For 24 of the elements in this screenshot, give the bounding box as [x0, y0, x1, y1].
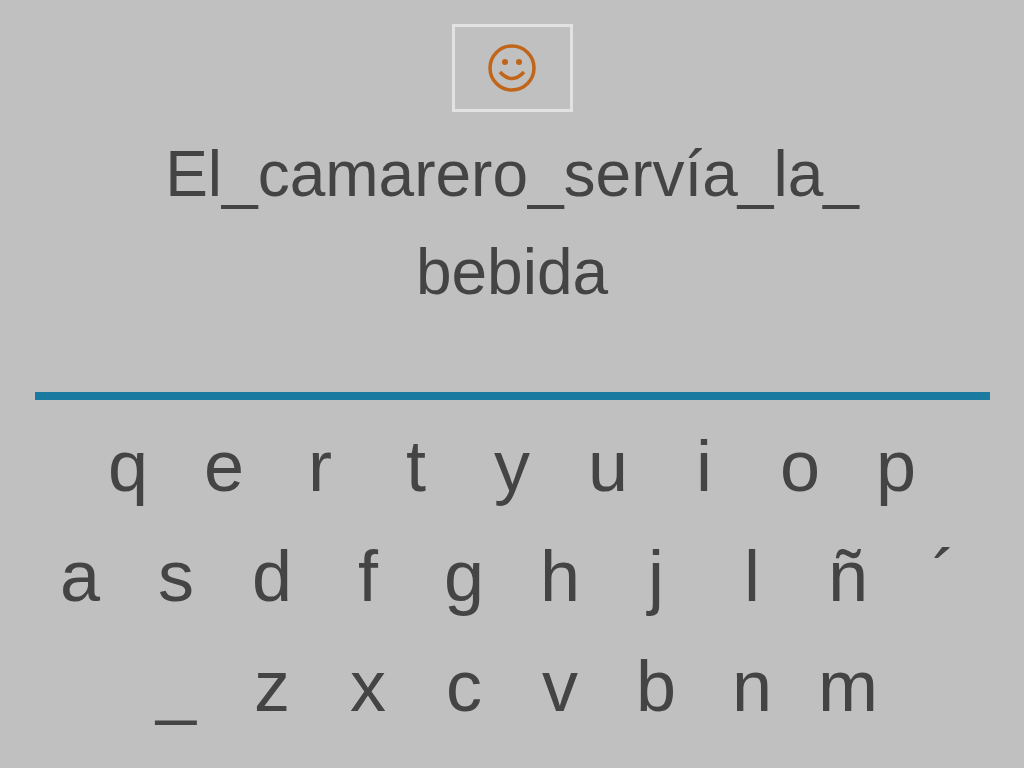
letter-key[interactable]: h: [512, 540, 608, 612]
letter-key[interactable]: f: [320, 540, 416, 612]
smiley-icon: [487, 43, 537, 93]
letter-key[interactable]: a: [32, 540, 128, 612]
letter-key[interactable]: v: [512, 650, 608, 722]
letter-key[interactable]: s: [128, 540, 224, 612]
letter-key[interactable]: n: [704, 650, 800, 722]
letter-key[interactable]: ñ: [800, 540, 896, 612]
letter-key[interactable]: u: [560, 430, 656, 502]
sentence-text: bebida: [415, 240, 609, 304]
letter-key[interactable]: d: [224, 540, 320, 612]
letter-key[interactable]: r: [272, 430, 368, 502]
letter-key[interactable]: o: [752, 430, 848, 502]
letter-key[interactable]: m: [800, 650, 896, 722]
letter-key[interactable]: c: [416, 650, 512, 722]
letter-key[interactable]: ´: [896, 540, 992, 612]
letter-key[interactable]: x: [320, 650, 416, 722]
emoji-button[interactable]: [451, 24, 573, 112]
letter-key[interactable]: l: [704, 540, 800, 612]
letter-key[interactable]: z: [224, 650, 320, 722]
letter-key[interactable]: e: [176, 430, 272, 502]
letter-key[interactable]: t: [368, 430, 464, 502]
letter-key[interactable]: b: [608, 650, 704, 722]
letter-key[interactable]: i: [656, 430, 752, 502]
